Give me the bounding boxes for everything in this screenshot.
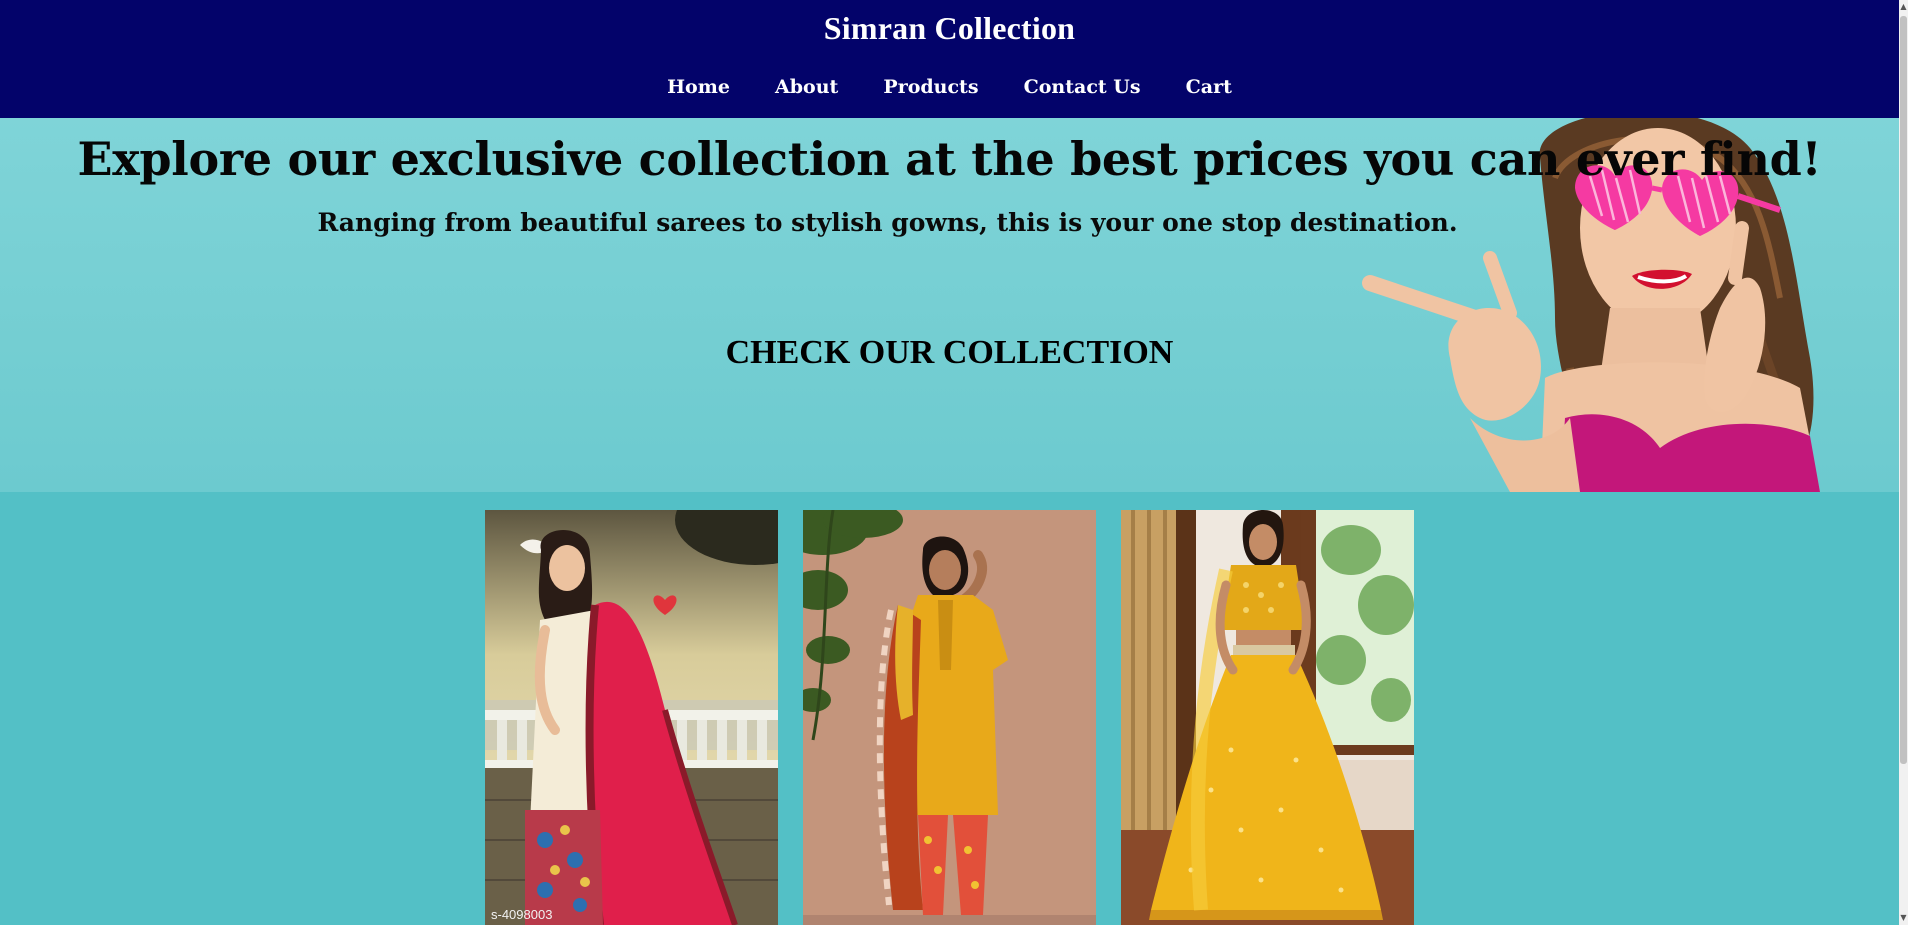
nav-about-link[interactable]: About	[775, 76, 838, 98]
check-collection-link[interactable]: CHECK OUR COLLECTION	[726, 334, 1174, 371]
saree-image	[485, 510, 778, 925]
hero-banner: Explore our exclusive collection at the …	[0, 118, 1899, 492]
site-header: Simran Collection Home About Products Co…	[0, 0, 1899, 118]
nav-contact-link[interactable]: Contact Us	[1024, 76, 1141, 98]
product-image-caption: s-4098003	[491, 907, 553, 922]
hero-headline: Explore our exclusive collection at the …	[77, 132, 1822, 186]
hero-subheadline: Ranging from beautiful sarees to stylish…	[317, 208, 1458, 237]
scroll-up-arrow-icon[interactable]: ▲	[1899, 0, 1908, 14]
nav-cart-link[interactable]: Cart	[1186, 76, 1232, 98]
product-card-saree[interactable]: s-4098003	[485, 510, 778, 925]
site-title: Simran Collection	[823, 10, 1076, 46]
nav-home-link[interactable]: Home	[667, 76, 730, 98]
product-card-lehenga[interactable]	[1121, 510, 1414, 925]
main-nav: Home About Products Contact Us Cart	[0, 76, 1899, 98]
scrollbar-thumb[interactable]	[1900, 16, 1907, 764]
nav-products-link[interactable]: Products	[883, 76, 978, 98]
scroll-down-arrow-icon[interactable]: ▼	[1899, 911, 1908, 925]
lehenga-image	[1121, 510, 1414, 925]
product-card-kurta[interactable]	[803, 510, 1096, 925]
kurta-image	[803, 510, 1096, 925]
vertical-scrollbar[interactable]: ▲ ▼	[1899, 0, 1908, 925]
hero-cta-container: CHECK OUR COLLECTION	[0, 334, 1899, 372]
page: Simran Collection Home About Products Co…	[0, 0, 1899, 925]
